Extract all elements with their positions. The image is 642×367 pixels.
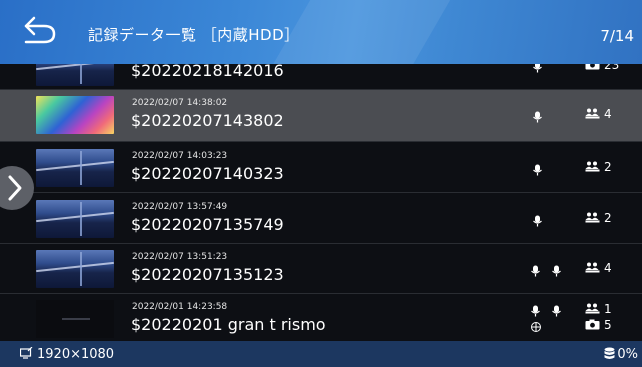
page-indicator: 7/14 — [600, 27, 634, 45]
microphone-icon — [532, 161, 543, 176]
thumbnail-image — [36, 149, 114, 187]
header-bar: 記録データ一覧 ［内蔵HDD］ 7/14 — [0, 0, 642, 64]
recording-name: $20220207135749 — [131, 215, 284, 234]
people-icon — [585, 302, 604, 316]
list-item[interactable]: 2022/02/07 13:57:49 $20220207135749 2 — [0, 194, 642, 244]
screen-resolution-icon — [20, 347, 33, 359]
chevron-right-icon — [8, 175, 22, 201]
metric-value: 5 — [604, 318, 612, 332]
microphone-icon — [530, 262, 541, 277]
list-item[interactable]: $20220218142016 23 — [0, 64, 642, 90]
recording-list: $20220218142016 23 2022/02/07 14:38:02 $202… — [0, 64, 642, 341]
people-icon — [585, 261, 604, 275]
item-metric: 4 — [585, 107, 612, 121]
metric-value: 1 — [604, 302, 612, 316]
list-item[interactable]: 2022/02/07 14:03:23 $20220207140323 2 — [0, 143, 642, 193]
item-metric: 4 — [585, 261, 612, 275]
list-item[interactable]: 2022/02/01 14:23:58 $20220201 gran t rism… — [0, 294, 642, 341]
item-metric: 2 — [585, 211, 612, 225]
recording-date: 2022/02/07 13:57:49 — [132, 202, 228, 212]
microphone-icon — [532, 108, 543, 123]
item-metric: 2 — [585, 160, 612, 174]
expand-panel-button[interactable] — [0, 166, 34, 210]
back-button[interactable] — [22, 16, 62, 48]
metric-value: 2 — [604, 160, 612, 174]
thumbnail-image — [36, 96, 114, 134]
resolution-text: 1920×1080 — [37, 347, 115, 362]
metric-value: 23 — [604, 64, 620, 72]
recording-name: $20220207135123 — [131, 265, 284, 284]
microphone-icon — [532, 212, 543, 227]
thumbnail-image — [36, 64, 114, 86]
microphone-icon — [532, 64, 543, 73]
microphone-icon — [551, 302, 562, 317]
metric-value: 4 — [604, 261, 612, 275]
return-arrow-icon — [24, 16, 56, 44]
item-metric: 5 — [585, 318, 612, 332]
list-item[interactable]: 2022/02/07 13:51:23 $20220207135123 4 — [0, 244, 642, 294]
storage-display: 0% — [604, 347, 638, 362]
app-window: 記録データ一覧 ［内蔵HDD］ 7/14 $20220218142016 23 20… — [0, 0, 642, 367]
recording-date: 2022/02/01 14:23:58 — [132, 302, 228, 312]
people-icon — [585, 211, 604, 225]
recording-date: 2022/02/07 13:51:23 — [132, 252, 228, 262]
metric-value: 2 — [604, 211, 612, 225]
recording-date: 2022/02/07 14:38:02 — [132, 98, 228, 108]
page-title: 記録データ一覧 ［内蔵HDD］ — [88, 26, 300, 44]
storage-text: 0% — [617, 347, 638, 362]
metric-value: 4 — [604, 107, 612, 121]
recording-name: $20220207143802 — [131, 111, 284, 130]
database-icon — [604, 347, 615, 359]
recording-name: $20220218142016 — [131, 64, 284, 80]
anchor-icon — [530, 318, 541, 332]
thumbnail-image — [36, 300, 114, 338]
list-item[interactable]: 2022/02/07 14:38:02 $20220207143802 4 — [0, 90, 642, 142]
microphone-icon — [530, 302, 541, 317]
thumbnail-image — [36, 200, 114, 238]
thumbnail-image — [36, 250, 114, 288]
camera-icon — [585, 64, 604, 72]
item-metric: 1 — [585, 302, 612, 316]
recording-name: $20220207140323 — [131, 164, 284, 183]
recording-date: 2022/02/07 14:03:23 — [132, 151, 228, 161]
people-icon — [585, 107, 604, 121]
microphone-icon — [551, 262, 562, 277]
people-icon — [585, 160, 604, 174]
recording-name: $20220201 gran t rismo — [131, 315, 326, 334]
resolution-display: 1920×1080 — [20, 347, 114, 362]
item-metric: 23 — [585, 64, 619, 72]
status-bar: 1920×1080 0% — [0, 341, 642, 367]
camera-icon — [585, 318, 604, 332]
